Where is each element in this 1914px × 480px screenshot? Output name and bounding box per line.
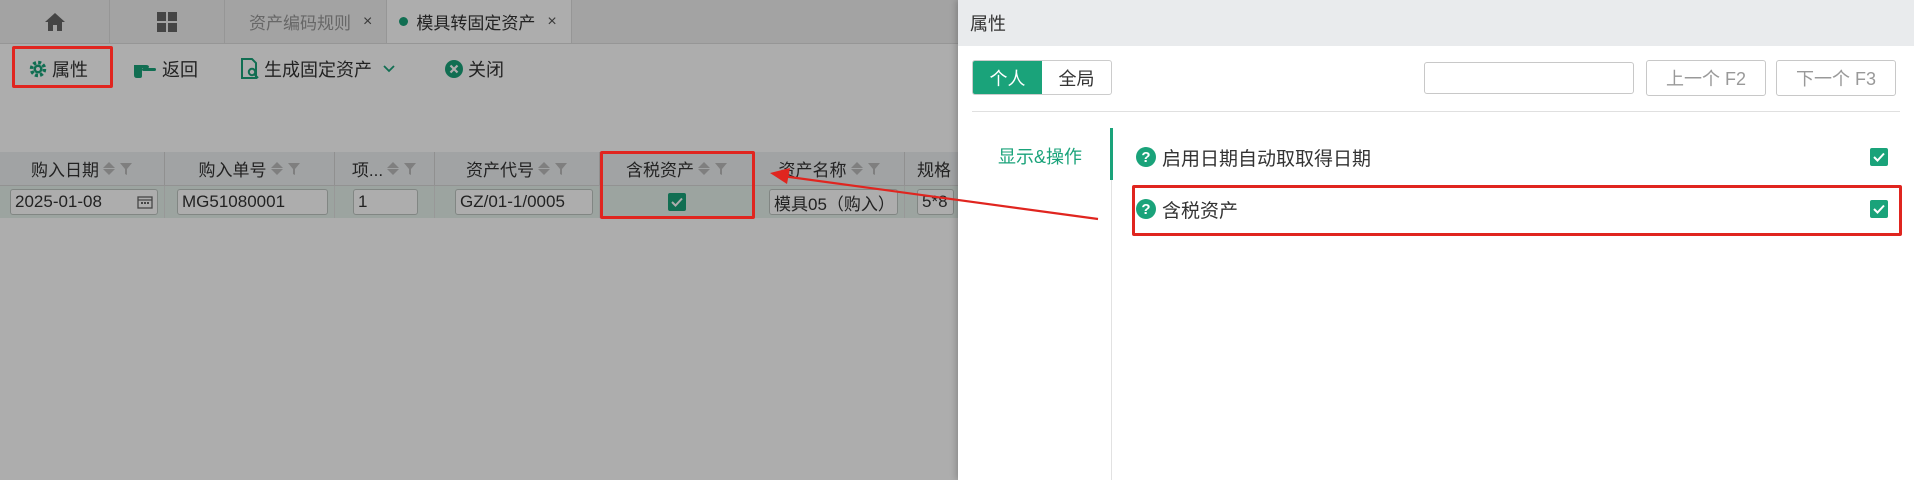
side-tab-display-actions[interactable]: 显示&操作 <box>998 143 1082 169</box>
help-icon[interactable]: ? <box>1136 147 1156 167</box>
modal-overlay <box>0 0 958 480</box>
auto-date-checkbox[interactable] <box>1870 148 1888 166</box>
property-search-input[interactable] <box>1424 62 1634 94</box>
scope-global-tab[interactable]: 全局 <box>1042 61 1111 94</box>
dialog-toolbar: 个人 全局 上一个 F2 下一个 F3 <box>958 46 1914 112</box>
help-icon[interactable]: ? <box>1136 199 1156 219</box>
properties-dialog: 属性 个人 全局 上一个 F2 下一个 F3 显示&操作 ? 启用日期自动取取得… <box>958 0 1914 480</box>
checkmark-icon <box>1873 204 1885 214</box>
property-label: 启用日期自动取取得日期 <box>1162 148 1372 170</box>
property-row-tax-included: ? 含税资产 <box>1136 194 1888 224</box>
next-button[interactable]: 下一个 F3 <box>1776 60 1896 96</box>
tax-included-property-checkbox[interactable] <box>1870 200 1888 218</box>
property-label: 含税资产 <box>1162 200 1239 222</box>
prev-button[interactable]: 上一个 F2 <box>1646 60 1766 96</box>
side-divider <box>1111 180 1112 480</box>
scope-toggle: 个人 全局 <box>972 60 1112 95</box>
scope-personal-tab[interactable]: 个人 <box>973 61 1042 94</box>
dialog-title: 属性 <box>958 0 1914 46</box>
property-row-auto-date: ? 启用日期自动取取得日期 <box>1136 142 1888 172</box>
side-tab-indicator <box>1110 128 1113 180</box>
divider <box>972 111 1900 112</box>
checkmark-icon <box>1873 152 1885 162</box>
